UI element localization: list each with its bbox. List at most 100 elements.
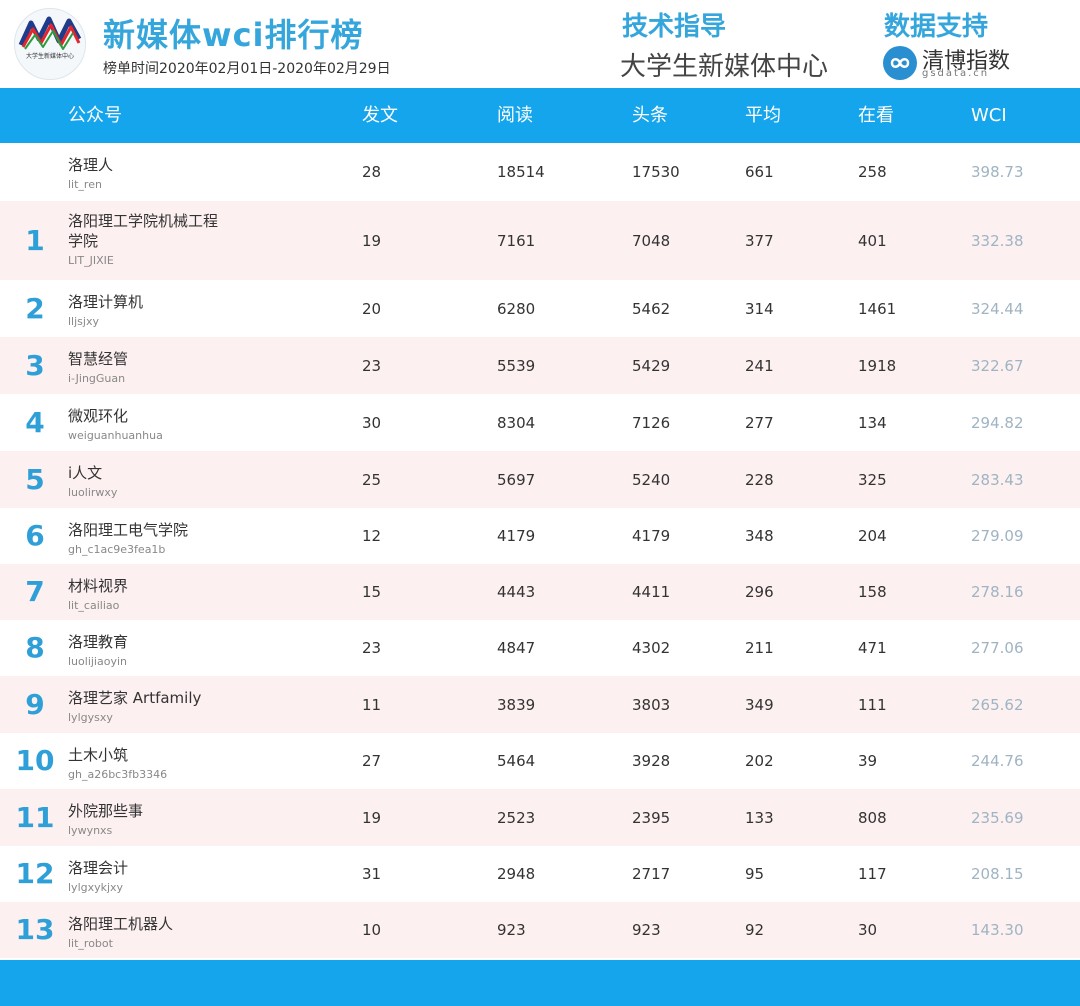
account-id: lit_robot (68, 937, 113, 950)
cell-wci: 244.76 (971, 752, 1024, 770)
account-id: lit_cailiao (68, 599, 120, 612)
cell-looking: 258 (858, 163, 887, 181)
cell-reads: 3839 (497, 696, 536, 714)
cell-looking: 325 (858, 471, 887, 489)
account-id: lylgxykjxy (68, 881, 124, 894)
table-header: 公众号 发文 阅读 头条 平均 在看 WCI (0, 88, 1080, 143)
tech-guidance-label: 技术指导 (622, 12, 727, 42)
cell-posts: 28 (362, 163, 382, 181)
column-header-headline: 头条 (632, 105, 668, 126)
cell-headline: 5240 (632, 471, 671, 489)
table-row: 13 洛阳理工机器人 lit_robot 10 923 923 92 30 143.30 (0, 902, 1080, 958)
table-row: 8 洛理教育 luolijiaoyin 23 4847 4302 211 471 277.06 (0, 620, 1080, 676)
account-name: 智慧经管 (68, 350, 129, 368)
cell-reads: 18514 (497, 163, 545, 181)
cell-posts: 20 (362, 300, 382, 318)
ranking-period: 榜单时间2020年02月01日-2020年02月29日 (103, 61, 391, 77)
rank-number: 10 (15, 744, 55, 777)
cell-wci: 278.16 (971, 583, 1024, 601)
cell-reads: 2523 (497, 809, 536, 827)
cell-average: 296 (745, 583, 774, 601)
table-row: 9 洛理艺家 Artfamily lylgysxy 11 3839 3803 349 111 2… (0, 676, 1080, 733)
rank-number: 4 (25, 406, 45, 439)
cell-headline: 2395 (632, 809, 671, 827)
table-row: 3 智慧经管 i-JingGuan 23 5539 5429 241 1918 322.67 (0, 337, 1080, 394)
cell-reads: 7161 (497, 232, 536, 250)
cell-posts: 19 (362, 232, 382, 250)
rank-number: 9 (25, 688, 45, 721)
table-row: 5 i人文 luolirwxy 25 5697 5240 228 325 283.43 (0, 451, 1080, 508)
column-header-posts: 发文 (362, 105, 398, 126)
cell-looking: 30 (858, 921, 878, 939)
cell-wci: 322.67 (971, 357, 1024, 375)
cell-average: 133 (745, 809, 774, 827)
account-name: 材料视界 (68, 577, 129, 595)
account-id: luolirwxy (68, 486, 118, 499)
cell-looking: 808 (858, 809, 887, 827)
cell-wci: 324.44 (971, 300, 1024, 318)
brand-domain: gsdata.cn (922, 68, 990, 79)
cell-posts: 31 (362, 865, 382, 883)
table-row: 1 洛阳理工学院机械工程学院 LIT_JIXIE 19 7161 7048 377 401 33… (0, 201, 1080, 280)
account-name: 洛阳理工电气学院 (68, 521, 189, 539)
cell-average: 202 (745, 752, 774, 770)
cell-headline: 923 (632, 921, 661, 939)
account-id: LIT_JIXIE (68, 254, 114, 267)
cell-headline: 4179 (632, 527, 671, 545)
cell-posts: 15 (362, 583, 382, 601)
cell-posts: 23 (362, 639, 382, 657)
account-id: lljsjxy (68, 315, 99, 328)
rank-number: 3 (25, 349, 45, 382)
cell-headline: 7126 (632, 414, 671, 432)
account-name: 洛阳理工机器人 (68, 915, 174, 933)
cell-headline: 5429 (632, 357, 671, 375)
account-name: i人文 (68, 464, 103, 482)
logo-caption: 大学生新媒体中心 (25, 53, 74, 60)
cell-average: 228 (745, 471, 774, 489)
cell-average: 277 (745, 414, 774, 432)
cell-headline: 3803 (632, 696, 671, 714)
cell-reads: 5539 (497, 357, 536, 375)
rank-number: 5 (25, 463, 45, 496)
rank-number: 8 (25, 631, 45, 664)
cell-posts: 30 (362, 414, 382, 432)
logo-mark-icon (18, 16, 82, 50)
cell-wci: 143.30 (971, 921, 1024, 939)
cell-average: 241 (745, 357, 774, 375)
rank-number: 1 (25, 224, 45, 257)
cell-posts: 19 (362, 809, 382, 827)
table-row: 10 土木小筑 gh_a26bc3fb3346 27 5464 3928 202 39 244.… (0, 733, 1080, 789)
account-name: 微观环化 (68, 407, 129, 425)
cell-looking: 471 (858, 639, 887, 657)
cell-looking: 134 (858, 414, 887, 432)
cell-reads: 8304 (497, 414, 536, 432)
cell-average: 348 (745, 527, 774, 545)
cell-average: 92 (745, 921, 765, 939)
column-header-reads: 阅读 (497, 105, 533, 126)
cell-headline: 3928 (632, 752, 671, 770)
cell-average: 95 (745, 865, 765, 883)
column-header-looking: 在看 (858, 105, 894, 126)
cell-average: 349 (745, 696, 774, 714)
account-id: gh_c1ac9e3fea1b (68, 543, 166, 556)
account-name: 洛理教育 (68, 633, 129, 651)
cell-headline: 17530 (632, 163, 680, 181)
cell-reads: 6280 (497, 300, 536, 318)
cell-wci: 277.06 (971, 639, 1024, 657)
cell-looking: 158 (858, 583, 887, 601)
cell-headline: 4302 (632, 639, 671, 657)
account-id: i-JingGuan (68, 372, 126, 385)
account-name: 土木小筑 (68, 746, 129, 764)
rank-number: 12 (15, 857, 55, 890)
cell-headline: 7048 (632, 232, 671, 250)
cell-looking: 1918 (858, 357, 897, 375)
rank-number: 6 (25, 519, 45, 552)
cell-reads: 4847 (497, 639, 536, 657)
cell-wci: 235.69 (971, 809, 1024, 827)
account-id: lit_ren (68, 178, 102, 191)
table-row: 11 外院那些事 lywynxs 19 2523 2395 133 808 235.69 (0, 789, 1080, 846)
footer-bar (0, 960, 1080, 1006)
rank-number: 13 (15, 913, 55, 946)
cell-looking: 204 (858, 527, 887, 545)
cell-wci: 265.62 (971, 696, 1024, 714)
